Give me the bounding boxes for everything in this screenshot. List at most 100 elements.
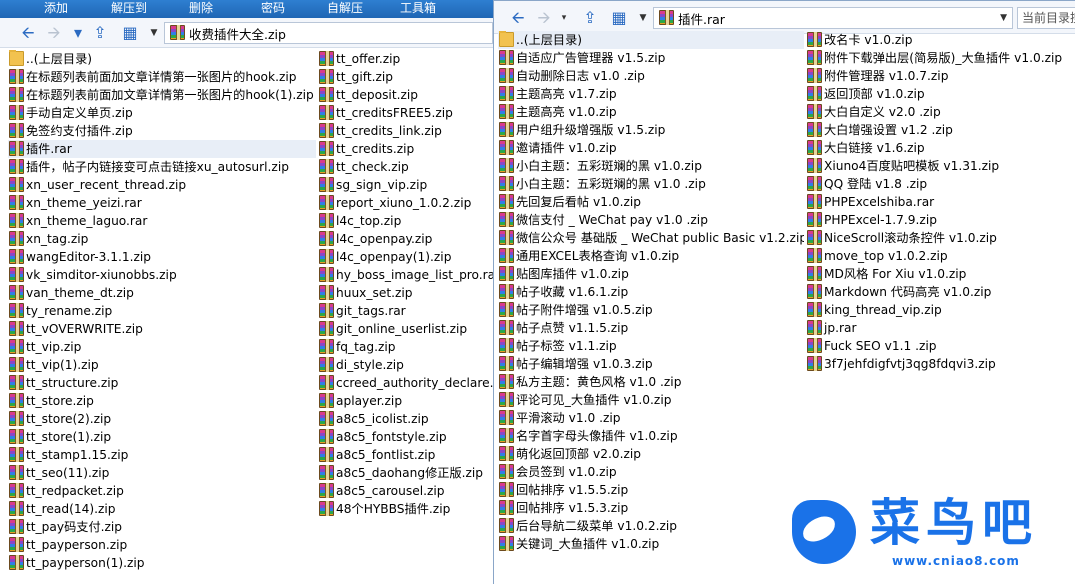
file-item[interactable]: 名字首字母头像插件 v1.0.zip: [498, 427, 804, 445]
file-item[interactable]: tt_payperson(1).zip: [8, 554, 316, 572]
file-item[interactable]: a8c5_fontlist.zip: [318, 446, 493, 464]
file-item[interactable]: tt_read(14).zip: [8, 500, 316, 518]
file-item[interactable]: 改名卡 v1.0.zip: [806, 31, 1075, 49]
file-item[interactable]: l4c_openpay.zip: [318, 230, 493, 248]
file-item[interactable]: 帖子点赞 v1.1.5.zip: [498, 319, 804, 337]
file-item[interactable]: l4c_openpay(1).zip: [318, 248, 493, 266]
file-item[interactable]: PHPExcel-1.7.9.zip: [806, 211, 1075, 229]
file-item[interactable]: tt_credits.zip: [318, 140, 493, 158]
file-item[interactable]: a8c5_daohang修正版.zip: [318, 464, 493, 482]
menu-sfx[interactable]: 自解压: [327, 1, 363, 15]
view-mode-icon[interactable]: ▦: [120, 23, 140, 43]
parent-directory-item[interactable]: ..(上层目录): [8, 50, 316, 68]
file-item[interactable]: tt_store(1).zip: [8, 428, 316, 446]
file-item[interactable]: 帖子附件增强 v1.0.5.zip: [498, 301, 804, 319]
menu-toolbox[interactable]: 工具箱: [400, 1, 436, 15]
right-address-bar[interactable]: 插件.rar ▼: [653, 7, 1013, 29]
file-item[interactable]: l4c_top.zip: [318, 212, 493, 230]
file-item[interactable]: di_style.zip: [318, 356, 493, 374]
file-item[interactable]: 微信支付 _ WeChat pay v1.0 .zip: [498, 211, 804, 229]
directory-search-input[interactable]: 当前目录搜: [1017, 7, 1075, 29]
left-address-bar[interactable]: 收费插件大全.zip: [164, 22, 493, 44]
file-item[interactable]: tt_vip(1).zip: [8, 356, 316, 374]
file-item[interactable]: tt_payperson.zip: [8, 536, 316, 554]
file-item[interactable]: 插件.rar: [8, 140, 316, 158]
forward-arrow-icon[interactable]: 🡪: [534, 8, 554, 28]
file-item[interactable]: 私方主题：黄色风格 v1.0 .zip: [498, 373, 804, 391]
file-item[interactable]: xn_theme_laguo.rar: [8, 212, 316, 230]
file-item[interactable]: git_tags.rar: [318, 302, 493, 320]
file-item[interactable]: xn_theme_yeizi.rar: [8, 194, 316, 212]
forward-dropdown-icon[interactable]: ▾: [558, 8, 570, 28]
file-item[interactable]: 主题高亮 v1.7.zip: [498, 85, 804, 103]
forward-dropdown-icon[interactable]: ▾: [68, 23, 88, 43]
file-item[interactable]: a8c5_carousel.zip: [318, 482, 493, 500]
file-item[interactable]: 会员签到 v1.0.zip: [498, 463, 804, 481]
menu-password[interactable]: 密码: [261, 1, 285, 15]
file-item[interactable]: 回帖排序 v1.5.3.zip: [498, 499, 804, 517]
file-item[interactable]: QQ 登陆 v1.8 .zip: [806, 175, 1075, 193]
file-item[interactable]: 小白主题：五彩斑斓的黑 v1.0 .zip: [498, 175, 804, 193]
file-item[interactable]: 大白自定义 v2.0 .zip: [806, 103, 1075, 121]
file-item[interactable]: tt_vOVERWRITE.zip: [8, 320, 316, 338]
file-item[interactable]: 手动自定义单页.zip: [8, 104, 316, 122]
view-mode-icon[interactable]: ▦: [609, 8, 629, 28]
file-item[interactable]: 先回复后看帖 v1.0.zip: [498, 193, 804, 211]
file-item[interactable]: tt_deposit.zip: [318, 86, 493, 104]
view-dropdown-icon[interactable]: ▼: [148, 23, 160, 43]
file-item[interactable]: 大白链接 v1.6.zip: [806, 139, 1075, 157]
file-item[interactable]: tt_pay码支付.zip: [8, 518, 316, 536]
file-item[interactable]: tt_store(2).zip: [8, 410, 316, 428]
file-item[interactable]: NiceScroll滚动条控件 v1.0.zip: [806, 229, 1075, 247]
file-item[interactable]: tt_structure.zip: [8, 374, 316, 392]
file-item[interactable]: ty_rename.zip: [8, 302, 316, 320]
file-item[interactable]: 回帖排序 v1.5.5.zip: [498, 481, 804, 499]
file-item[interactable]: 48个HYBBS插件.zip: [318, 500, 493, 518]
file-item[interactable]: git_online_userlist.zip: [318, 320, 493, 338]
file-item[interactable]: 主题高亮 v1.0.zip: [498, 103, 804, 121]
file-item[interactable]: 在标题列表前面加文章详情第一张图片的hook(1).zip: [8, 86, 316, 104]
file-item[interactable]: tt_offer.zip: [318, 50, 493, 68]
file-item[interactable]: 小白主题：五彩斑斓的黑 v1.0.zip: [498, 157, 804, 175]
back-arrow-icon[interactable]: 🡨: [18, 23, 38, 43]
file-item[interactable]: 附件管理器 v1.0.7.zip: [806, 67, 1075, 85]
file-item[interactable]: 通用EXCEL表格查询 v1.0.zip: [498, 247, 804, 265]
file-item[interactable]: huux_set.zip: [318, 284, 493, 302]
file-item[interactable]: 用户组升级增强版 v1.5.zip: [498, 121, 804, 139]
file-item[interactable]: 评论可见_大鱼插件 v1.0.zip: [498, 391, 804, 409]
file-item[interactable]: tt_check.zip: [318, 158, 493, 176]
file-item[interactable]: PHPExcelshiba.rar: [806, 193, 1075, 211]
file-item[interactable]: 自动删除日志 v1.0 .zip: [498, 67, 804, 85]
file-item[interactable]: 关键词_大鱼插件 v1.0.zip: [498, 535, 804, 553]
file-item[interactable]: wangEditor-3.1.1.zip: [8, 248, 316, 266]
file-item[interactable]: 平滑滚动 v1.0 .zip: [498, 409, 804, 427]
menu-add[interactable]: 添加: [44, 1, 68, 15]
file-item[interactable]: sg_sign_vip.zip: [318, 176, 493, 194]
file-item[interactable]: 免签约支付插件.zip: [8, 122, 316, 140]
file-item[interactable]: king_thread_vip.zip: [806, 301, 1075, 319]
menu-delete[interactable]: 删除: [189, 1, 213, 15]
file-item[interactable]: 贴图库插件 v1.0.zip: [498, 265, 804, 283]
file-item[interactable]: 微信公众号 基础版 _ WeChat public Basic v1.2.zip: [498, 229, 804, 247]
file-item[interactable]: 插件，帖子内链接变可点击链接xu_autosurl.zip: [8, 158, 316, 176]
file-item[interactable]: 附件下载弹出层(简易版)_大鱼插件 v1.0.zip: [806, 49, 1075, 67]
file-item[interactable]: ccreed_authority_declare.zi: [318, 374, 493, 392]
file-item[interactable]: tt_seo(11).zip: [8, 464, 316, 482]
file-item[interactable]: vk_simditor-xiunobbs.zip: [8, 266, 316, 284]
file-item[interactable]: 帖子收藏 v1.6.1.zip: [498, 283, 804, 301]
file-item[interactable]: 大白增强设置 v1.2 .zip: [806, 121, 1075, 139]
file-item[interactable]: tt_redpacket.zip: [8, 482, 316, 500]
file-item[interactable]: move_top v1.0.2.zip: [806, 247, 1075, 265]
file-item[interactable]: a8c5_icolist.zip: [318, 410, 493, 428]
file-item[interactable]: 后台导航二级菜单 v1.0.2.zip: [498, 517, 804, 535]
file-item[interactable]: 帖子编辑增强 v1.0.3.zip: [498, 355, 804, 373]
file-item[interactable]: 在标题列表前面加文章详情第一张图片的hook.zip: [8, 68, 316, 86]
file-item[interactable]: xn_user_recent_thread.zip: [8, 176, 316, 194]
view-dropdown-icon[interactable]: ▼: [637, 8, 649, 28]
parent-directory-item[interactable]: ..(上层目录): [498, 31, 804, 49]
file-item[interactable]: 返回顶部 v1.0.zip: [806, 85, 1075, 103]
file-item[interactable]: xn_tag.zip: [8, 230, 316, 248]
file-item[interactable]: 萌化返回顶部 v2.0.zip: [498, 445, 804, 463]
file-item[interactable]: MD风格 For Xiu v1.0.zip: [806, 265, 1075, 283]
file-item[interactable]: tt_credits_link.zip: [318, 122, 493, 140]
